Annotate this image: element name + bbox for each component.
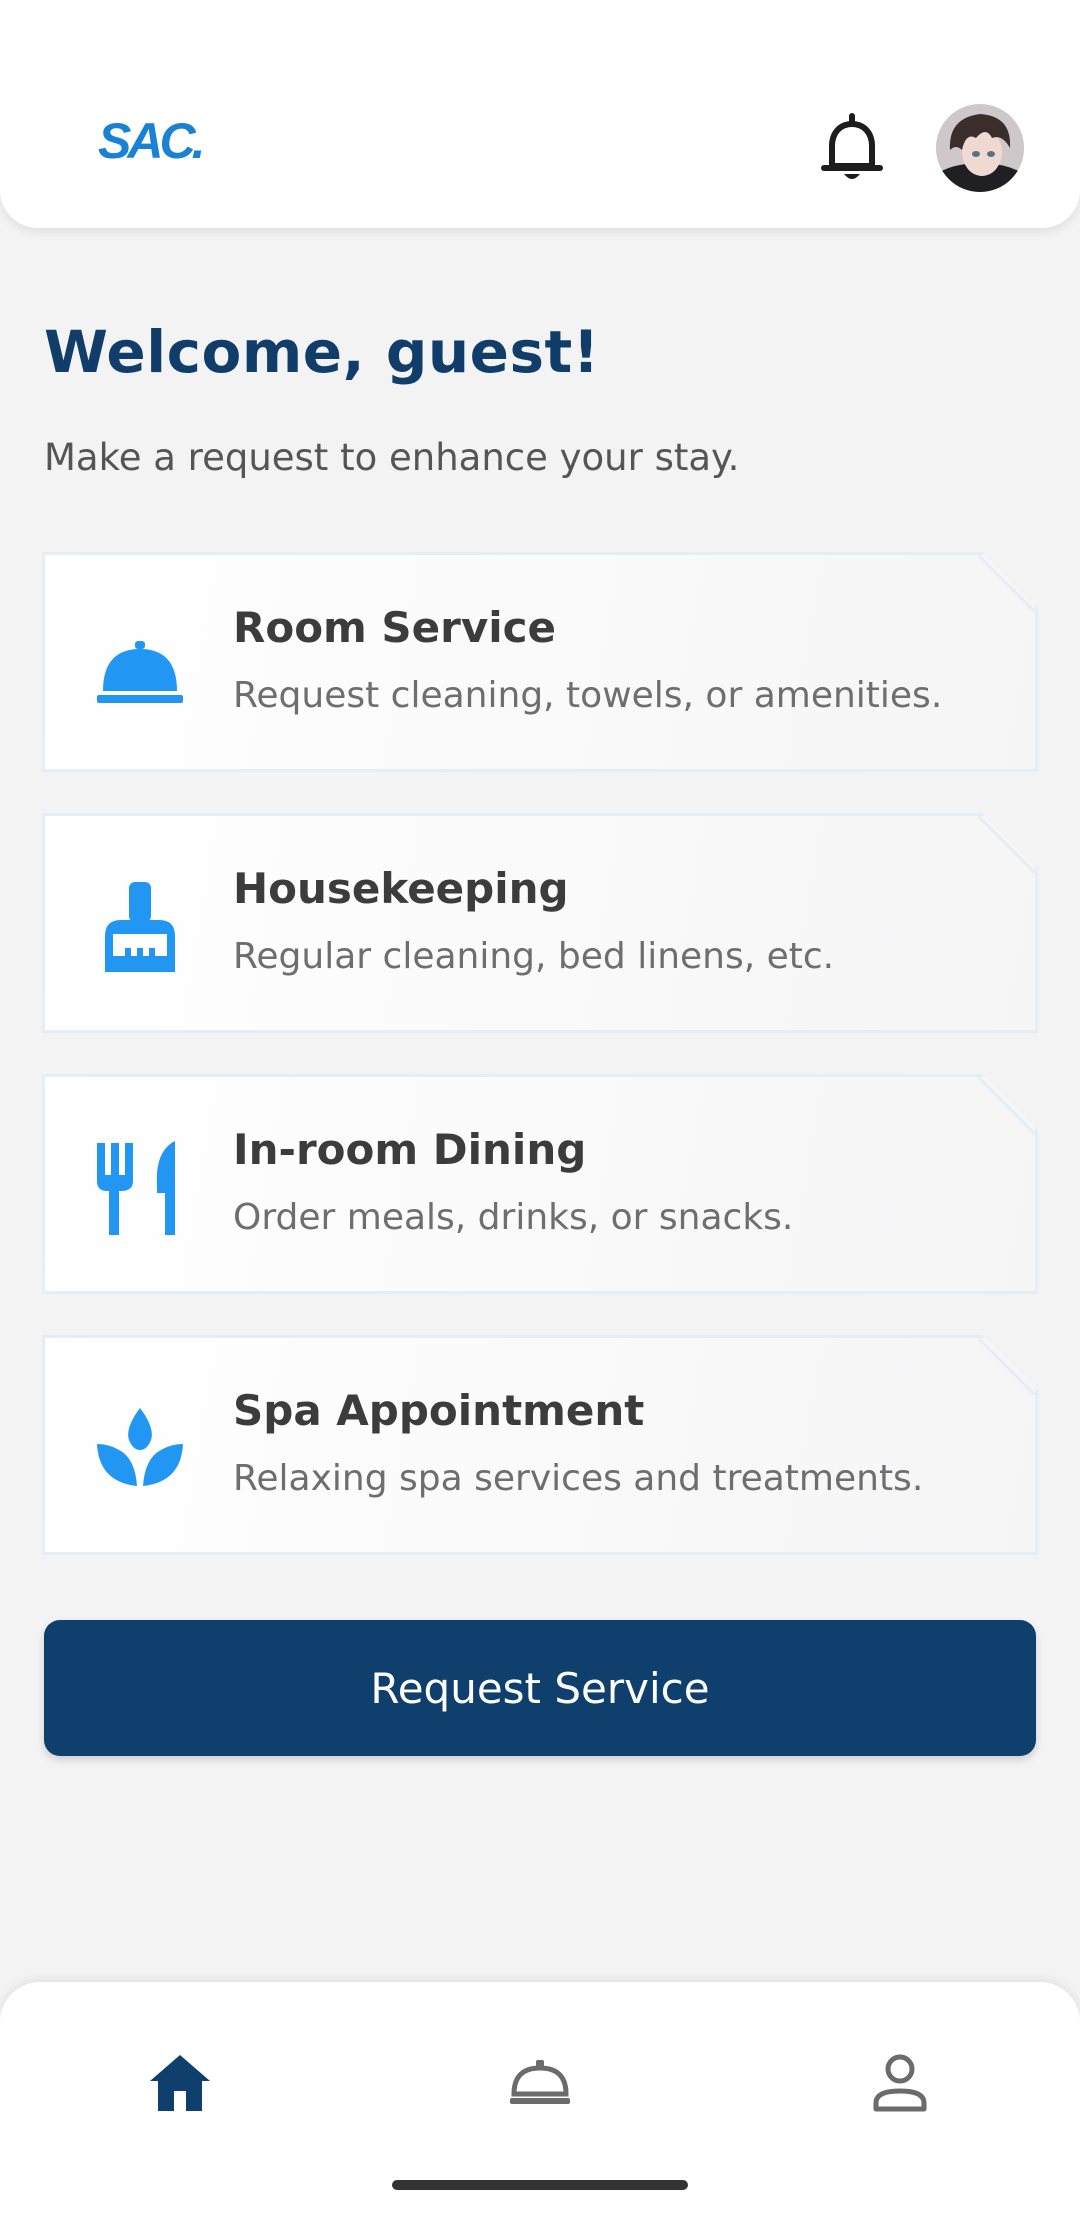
service-card-in-room-dining[interactable]: In-room Dining Order meals, drinks, or s… [42, 1074, 1038, 1294]
service-description: Order meals, drinks, or snacks. [233, 1197, 794, 1238]
room-service-icon [510, 2060, 570, 2104]
spa-lotus-icon [95, 1398, 185, 1498]
bell-icon[interactable] [818, 112, 886, 184]
brand-logo[interactable]: SAC. [98, 112, 205, 170]
app-header: SAC. [0, 0, 1080, 228]
card-fold-corner [978, 553, 1037, 612]
service-title: In-room Dining [233, 1125, 587, 1174]
nav-home[interactable] [120, 2028, 240, 2138]
service-title: Housekeeping [233, 864, 569, 913]
app-screen: SAC. Welcome, guest! Make a request to e [0, 0, 1080, 2220]
service-description: Relaxing spa services and treatments. [233, 1458, 924, 1499]
service-description: Request cleaning, towels, or amenities. [233, 675, 943, 716]
welcome-subtitle: Make a request to enhance your stay. [44, 436, 740, 479]
request-service-button[interactable]: Request Service [44, 1620, 1036, 1756]
broom-icon [95, 876, 185, 976]
home-icon [150, 2055, 210, 2111]
room-service-bell-icon [95, 615, 185, 715]
service-card-room-service[interactable]: Room Service Request cleaning, towels, o… [42, 552, 1038, 772]
welcome-heading: Welcome, guest! [44, 318, 600, 386]
card-fold-corner [978, 1075, 1037, 1134]
profile-icon [873, 2054, 927, 2112]
home-indicator-bar [392, 2180, 688, 2190]
nav-profile[interactable] [840, 2028, 960, 2138]
nav-room-service[interactable] [480, 2028, 600, 2138]
service-description: Regular cleaning, bed linens, etc. [233, 936, 835, 977]
card-fold-corner [978, 1336, 1037, 1395]
service-card-spa-appointment[interactable]: Spa Appointment Relaxing spa services an… [42, 1335, 1038, 1555]
service-title: Room Service [233, 603, 557, 652]
card-fold-corner [978, 814, 1037, 873]
service-card-housekeeping[interactable]: Housekeeping Regular cleaning, bed linen… [42, 813, 1038, 1033]
user-avatar[interactable] [936, 104, 1024, 192]
fork-knife-icon [95, 1137, 185, 1237]
service-title: Spa Appointment [233, 1386, 645, 1435]
